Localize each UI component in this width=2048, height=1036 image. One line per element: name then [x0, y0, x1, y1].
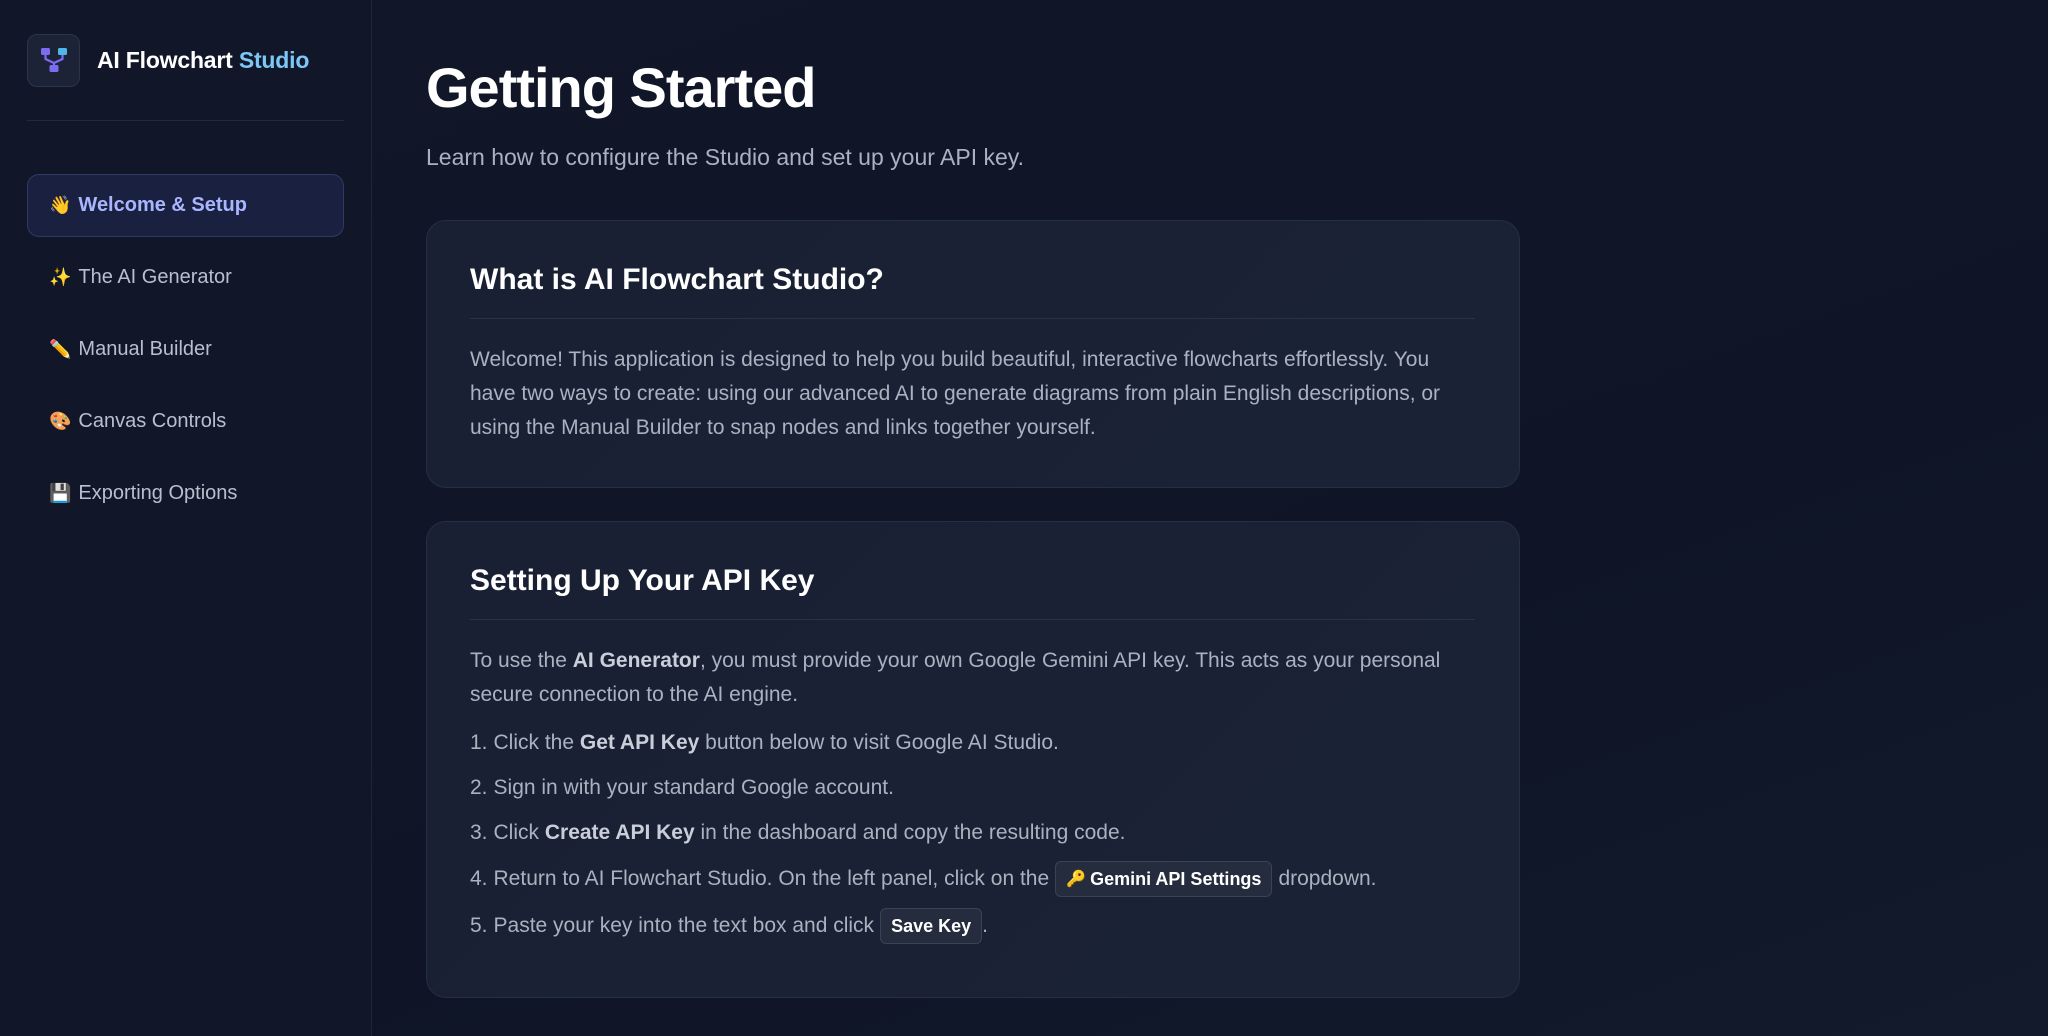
- save-key-chip[interactable]: Save Key: [880, 908, 983, 944]
- brand-name: AI Flowchart Studio: [97, 47, 309, 74]
- step-text-part: Return to AI Flowchart Studio. On the le…: [493, 867, 1050, 890]
- step-number: 1.: [470, 731, 488, 754]
- sidebar-item-exporting-options[interactable]: 💾 Exporting Options: [27, 462, 344, 525]
- sidebar-item-canvas-controls[interactable]: 🎨 Canvas Controls: [27, 390, 344, 453]
- step-text-part: Click: [493, 821, 545, 844]
- sidebar-item-label: Welcome & Setup: [78, 194, 247, 216]
- step-item: 2. Sign in with your standard Google acc…: [470, 771, 1475, 805]
- sidebar-item-welcome-setup[interactable]: 👋 Welcome & Setup: [27, 174, 344, 237]
- card-body: Welcome! This application is designed to…: [470, 348, 1441, 439]
- step-text: Sign in with your standard Google accoun…: [493, 776, 894, 799]
- sidebar-nav: 👋 Welcome & Setup ✨ The AI Generator ✏️ …: [27, 174, 344, 525]
- sidebar-item-label: The AI Generator: [78, 266, 232, 288]
- sidebar-item-label: Canvas Controls: [78, 410, 227, 432]
- step-number: 5.: [470, 914, 488, 937]
- sidebar-item-manual-builder[interactable]: ✏️ Manual Builder: [27, 318, 344, 381]
- flowchart-logo-icon: [27, 33, 80, 87]
- palette-icon: 🎨: [49, 411, 72, 432]
- brand-name-accent: Studio: [238, 46, 310, 73]
- card-title: What is AI Flowchart Studio?: [470, 263, 1475, 319]
- key-icon: 🔑: [1066, 869, 1087, 888]
- sidebar: AI Flowchart Studio 👋 Welcome & Setup ✨ …: [0, 0, 372, 1036]
- sparkles-icon: ✨: [49, 267, 72, 288]
- sidebar-item-label: Manual Builder: [78, 338, 212, 360]
- chip-label: Gemini API Settings: [1090, 869, 1262, 889]
- gemini-api-settings-chip[interactable]: 🔑 Gemini API Settings: [1055, 861, 1273, 897]
- card-what-is: What is AI Flowchart Studio? Welcome! Th…: [426, 220, 1520, 488]
- pencil-icon: ✏️: [49, 339, 72, 360]
- step-number: 4.: [470, 867, 488, 890]
- step-number: 2.: [470, 776, 488, 799]
- intro-bold: AI Generator: [572, 649, 700, 672]
- waving-hand-icon: 👋: [49, 195, 72, 216]
- step-text: Click Create API Key in the dashboard an…: [494, 816, 1126, 850]
- step-text-part: Paste your key into the text box and cli…: [493, 914, 875, 937]
- step-bold: Get API Key: [579, 731, 700, 754]
- step-item: 1. Click the Get API Key button below to…: [470, 726, 1475, 760]
- step-text-part: .: [982, 914, 988, 937]
- step-text-part: button below to visit Google AI Studio.: [699, 731, 1059, 754]
- card-intro: To use the AI Generator, you must provid…: [470, 644, 1475, 712]
- brand: AI Flowchart Studio: [27, 0, 344, 121]
- step-text-part: dropdown.: [1278, 867, 1377, 890]
- page-subtitle: Learn how to configure the Studio and se…: [426, 144, 1024, 170]
- page-title: Getting Started: [426, 56, 816, 119]
- step-bold: Create API Key: [544, 821, 695, 844]
- step-text-part: Click the: [493, 731, 580, 754]
- step-item: 4. Return to AI Flowchart Studio. On the…: [470, 861, 1475, 897]
- step-item: 3. Click Create API Key in the dashboard…: [470, 816, 1475, 850]
- intro-text: To use the: [470, 649, 573, 672]
- brand-name-main: AI Flowchart: [97, 46, 233, 73]
- sidebar-item-ai-generator[interactable]: ✨ The AI Generator: [27, 246, 344, 309]
- floppy-disk-icon: 💾: [49, 483, 72, 504]
- main-content: Getting Started Learn how to configure t…: [372, 0, 2048, 1036]
- sidebar-item-label: Exporting Options: [78, 482, 238, 504]
- step-number: 3.: [470, 821, 488, 844]
- step-text: Click the Get API Key button below to vi…: [494, 726, 1059, 760]
- step-item: 5. Paste your key into the text box and …: [470, 908, 1475, 944]
- app-root: AI Flowchart Studio 👋 Welcome & Setup ✨ …: [0, 0, 2048, 1036]
- step-text-part: in the dashboard and copy the resulting …: [694, 821, 1126, 844]
- steps-list: 1. Click the Get API Key button below to…: [470, 726, 1475, 944]
- card-api-key: Setting Up Your API Key To use the AI Ge…: [426, 521, 1520, 998]
- card-title: Setting Up Your API Key: [470, 564, 1475, 620]
